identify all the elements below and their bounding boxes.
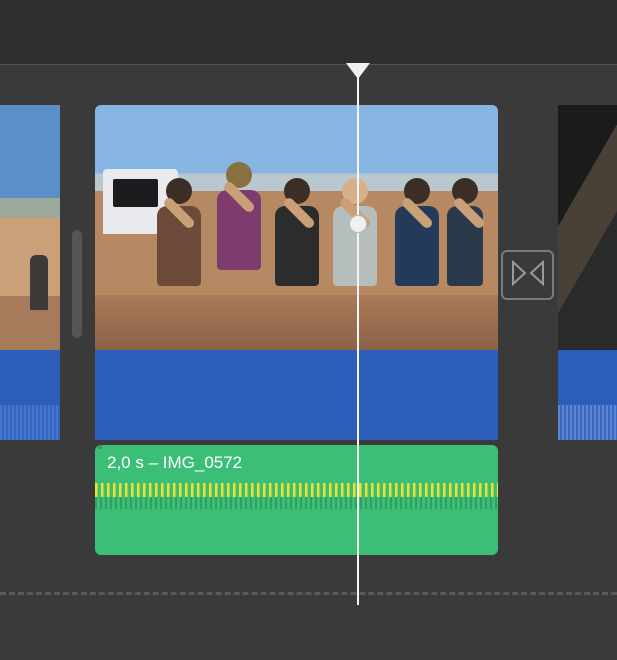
transition-button[interactable]	[501, 250, 554, 300]
clip-audio-waveform	[95, 350, 498, 440]
video-clip-next[interactable]	[558, 105, 617, 435]
audio-waveform-lower	[95, 497, 498, 509]
playhead[interactable]	[357, 65, 359, 605]
clip-audio-waveform	[558, 350, 617, 440]
playhead-marker-icon	[346, 63, 370, 79]
timeline[interactable]: 2,0 s – IMG_0572	[0, 65, 617, 660]
video-clip-main[interactable]	[95, 105, 498, 440]
detached-audio-clip[interactable]: 2,0 s – IMG_0572	[95, 445, 498, 555]
vertical-scroll-handle[interactable]	[72, 230, 82, 338]
cross-dissolve-icon	[511, 260, 545, 291]
clip-thumbnail	[95, 105, 498, 350]
playhead-handle[interactable]	[349, 215, 367, 233]
toolbar-area	[0, 0, 617, 65]
track-divider	[0, 592, 617, 595]
clip-audio-waveform	[0, 350, 60, 440]
audio-connector-handle[interactable]	[98, 445, 102, 449]
clip-thumbnail	[0, 105, 60, 350]
audio-clip-label: 2,0 s – IMG_0572	[95, 445, 498, 473]
clip-thumbnail	[558, 105, 617, 350]
video-clip-previous[interactable]	[0, 105, 60, 435]
